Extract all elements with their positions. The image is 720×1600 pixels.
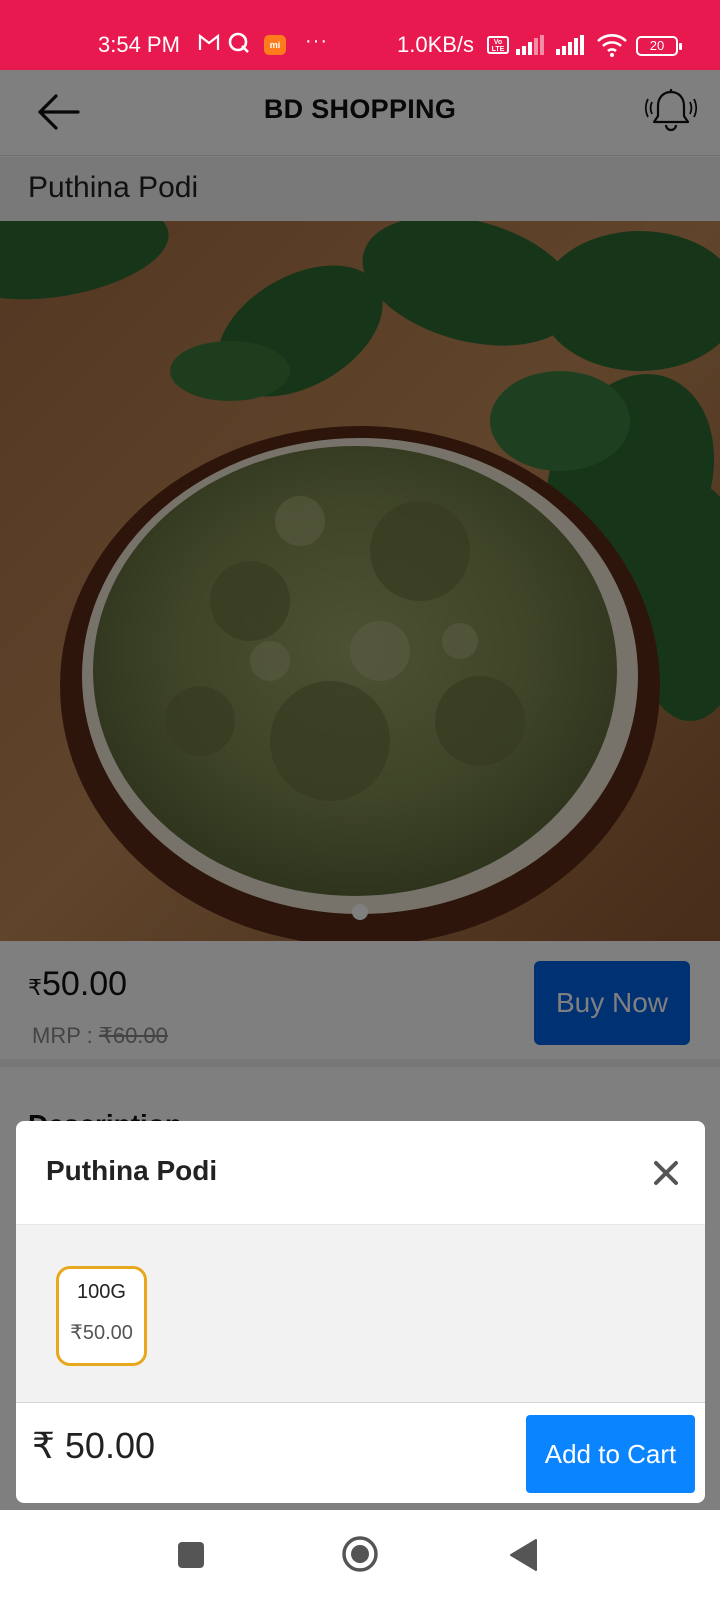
variant-list: 100G ₹50.00 [16,1225,705,1403]
modal-header: Puthina Podi [16,1121,705,1225]
variant-size: 100G [77,1281,126,1303]
modal-total-price: ₹ 50.00 [32,1425,155,1466]
wifi-icon [597,34,627,57]
system-nav-bar [0,1510,720,1600]
status-bar: 3:54 PM mi ··· 1.0KB/s Vo LTE 20 [0,0,720,70]
home-circle-icon[interactable] [340,1534,380,1574]
mi-icon: mi [264,35,286,55]
modal-title: Puthina Podi [46,1155,218,1186]
close-icon[interactable] [648,1155,684,1191]
signal-icon [516,35,544,55]
more-dots-icon: ··· [305,30,328,52]
add-to-cart-button[interactable]: Add to Cart [526,1415,695,1493]
recents-square-icon[interactable] [176,1540,206,1570]
back-triangle-icon[interactable] [508,1538,538,1572]
battery-icon: 20 [636,36,682,56]
variant-option[interactable]: 100G ₹50.00 [56,1266,147,1366]
variant-modal: Puthina Podi 100G ₹50.00 ₹ 50.00 Add to … [16,1121,705,1503]
volte-icon: Vo LTE [487,36,509,54]
status-time: 3:54 PM [98,32,180,57]
search-q-icon [228,32,249,53]
gmail-icon [198,34,220,50]
network-speed: 1.0KB/s [397,32,475,57]
variant-price: ₹50.00 [70,1322,133,1344]
signal-icon [556,35,584,55]
